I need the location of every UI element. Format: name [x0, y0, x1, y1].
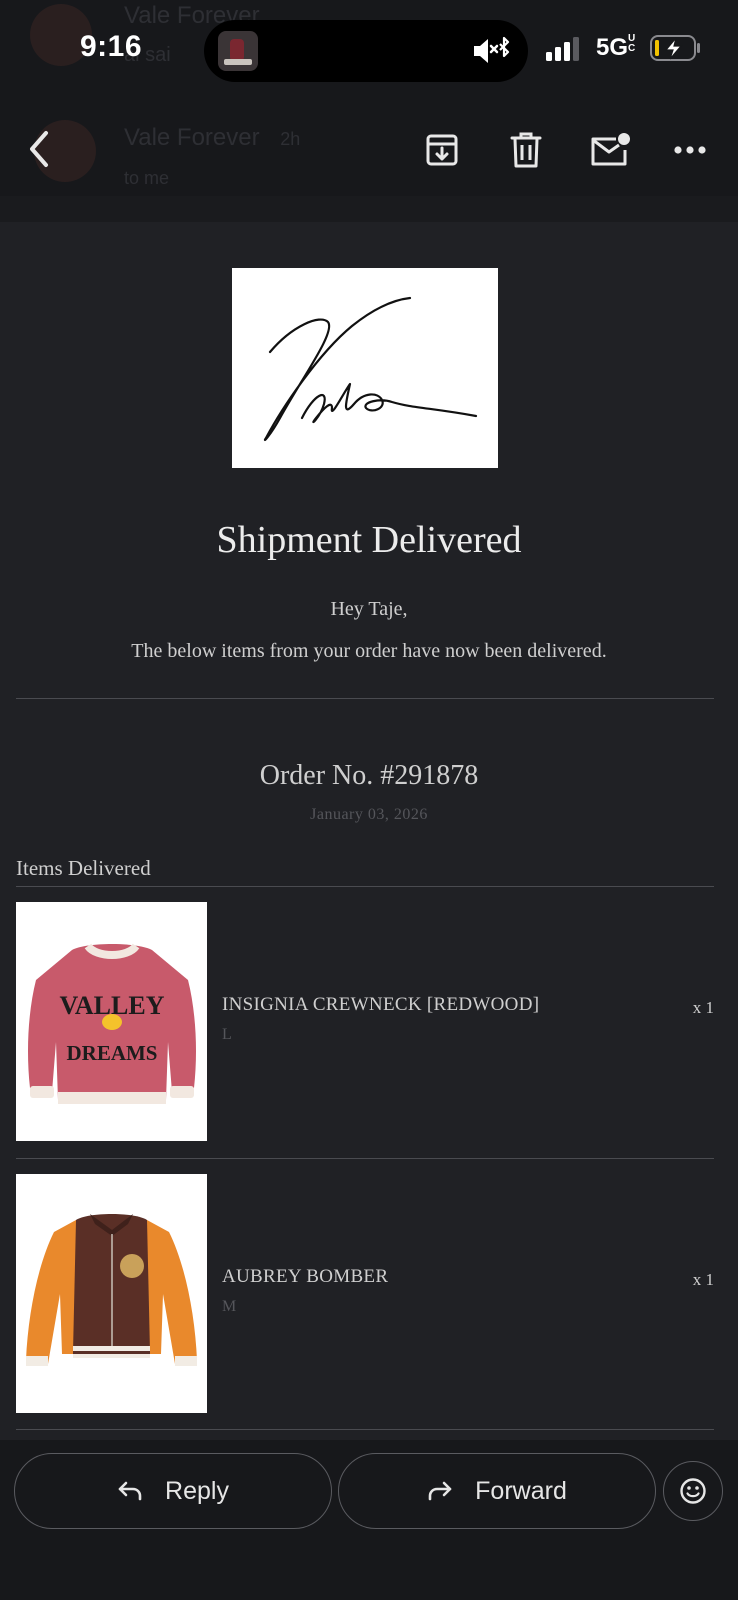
items-heading: Items Delivered: [16, 856, 151, 880]
item-name: INSIGNIA CREWNECK [REDWOOD]: [222, 994, 540, 1015]
battery-charging-icon: [650, 35, 700, 61]
list-item: AUBREY BOMBER M x 1: [16, 1174, 714, 1414]
ghost-sender-meta: 2h: [280, 129, 301, 149]
chevron-left-icon: [30, 131, 48, 167]
island-icons: [472, 36, 512, 71]
divider: [16, 1158, 714, 1159]
emoji-reaction-button[interactable]: [663, 1461, 723, 1521]
cell-signal-icon: [546, 37, 579, 61]
item-name: AUBREY BOMBER: [222, 1266, 389, 1287]
forward-button[interactable]: Forward: [338, 1453, 656, 1529]
trash-icon: [510, 132, 542, 168]
signature-logo-icon: [263, 296, 478, 442]
dynamic-island[interactable]: [204, 20, 528, 82]
greeting: Hey Taje,: [330, 598, 408, 620]
item-size: L: [222, 1026, 232, 1043]
forward-label: Forward: [475, 1476, 567, 1505]
divider: [16, 886, 714, 887]
crewneck-graphic-bottom: DREAMS: [66, 1041, 157, 1065]
now-playing-thumbnail: [218, 31, 258, 71]
network-label: 5G: [596, 34, 629, 61]
product-image-bomber: [16, 1174, 207, 1413]
mark-unread-button[interactable]: [580, 124, 640, 176]
order-date: January 03, 2026: [310, 806, 428, 823]
muted-bluetooth-icon: [474, 36, 510, 63]
ghost-sender-name: Vale Forever: [124, 124, 260, 151]
item-quantity: x 1: [692, 1270, 714, 1289]
network-suffix: UC: [628, 33, 636, 54]
emoji-icon: [680, 1478, 706, 1504]
status-time: 9:16: [80, 30, 143, 63]
email-title: Shipment Delivered: [216, 519, 522, 561]
more-horizontal-icon: [674, 146, 706, 154]
header-divider-strip: [0, 196, 738, 222]
ghost-sender: Vale Forever 2h: [124, 124, 300, 152]
reply-label: Reply: [165, 1476, 229, 1505]
network-type: 5GUC: [596, 34, 636, 62]
divider: [16, 1429, 714, 1430]
delete-button[interactable]: [498, 124, 554, 176]
mail-unread-icon: [591, 133, 630, 166]
forward-icon: [428, 1481, 452, 1501]
crewneck-image-icon: VALLEY DREAMS: [28, 943, 196, 1104]
reply-button[interactable]: Reply: [14, 1453, 332, 1529]
item-size: M: [222, 1298, 237, 1315]
bomber-image-icon: [26, 1214, 197, 1366]
action-bar: Reply Forward: [0, 1440, 738, 1600]
email-body: Shipment Delivered Hey Taje, The below i…: [0, 222, 738, 1440]
list-item: VALLEY DREAMS INSIGNIA CREWNECK [REDWOOD…: [16, 902, 714, 1142]
item-quantity: x 1: [692, 998, 714, 1017]
archive-button[interactable]: [414, 124, 470, 176]
archive-icon: [426, 134, 458, 166]
product-image-crewneck: VALLEY DREAMS: [16, 902, 207, 1141]
back-button[interactable]: [18, 124, 60, 174]
order-number: Order No. #291878: [259, 760, 479, 791]
ghost-recipient: to me: [124, 168, 170, 188]
more-button[interactable]: [664, 124, 716, 176]
brand-logo: [232, 268, 498, 468]
divider: [16, 698, 714, 699]
delivery-message: The below items from your order have now…: [131, 640, 607, 662]
reply-icon: [118, 1481, 142, 1501]
top-bar: Vale Forever ai sai Vale Forever 2h to m…: [0, 0, 738, 196]
